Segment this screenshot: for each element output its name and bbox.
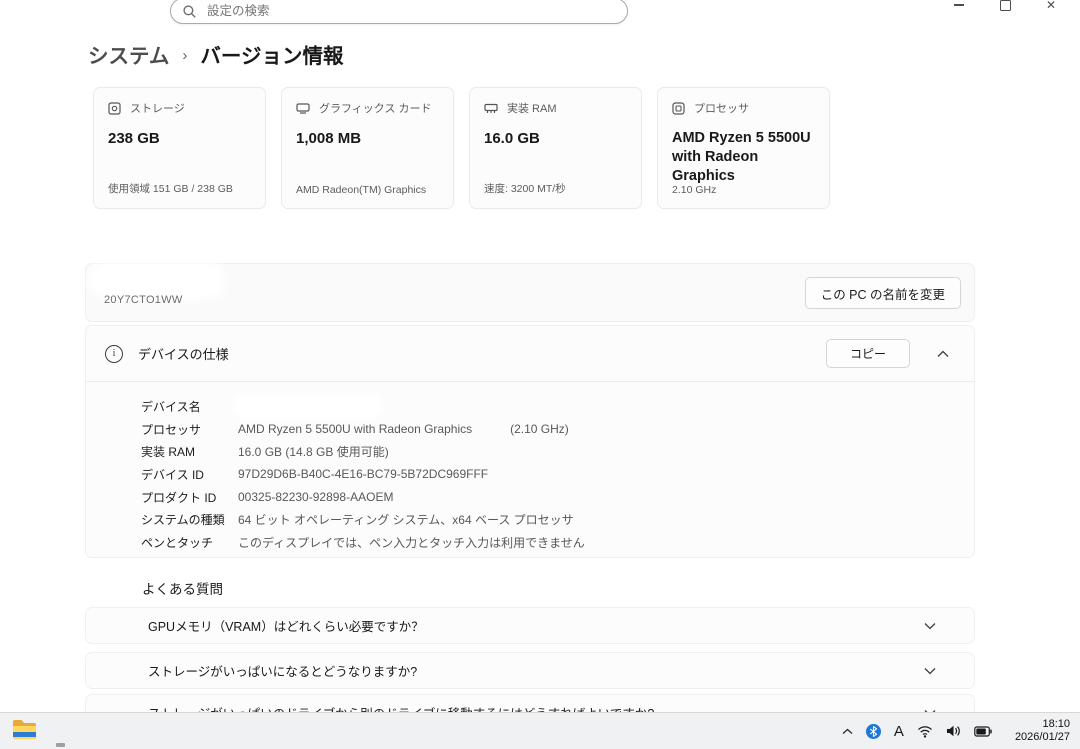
storage-card[interactable]: ストレージ 238 GB 使用領域 151 GB / 238 GB [93, 87, 266, 209]
processor-card[interactable]: プロセッサ AMD Ryzen 5 5500U with Radeon Grap… [657, 87, 830, 209]
taskbar: A 18:10 2026/01/27 [0, 712, 1080, 749]
device-specs-title: デバイスの仕様 [138, 344, 229, 363]
maximize-button[interactable] [982, 0, 1028, 16]
spec-row-pen-touch: ペンとタッチ このディスプレイでは、ペン入力とタッチ入力は利用できません [141, 531, 974, 554]
close-button[interactable]: ✕ [1028, 0, 1074, 16]
breadcrumb-separator: › [182, 47, 187, 64]
device-specs-section: i デバイスの仕様 コピー デバイス名 プロセッサ AMD Ryzen 5 55… [85, 325, 975, 558]
card-subtext: 2.10 GHz [672, 184, 716, 196]
close-icon: ✕ [1046, 0, 1056, 11]
wifi-icon[interactable] [917, 725, 933, 738]
graphics-card-card[interactable]: グラフィックス カード 1,008 MB AMD Radeon(TM) Grap… [281, 87, 454, 209]
taskbar-clock[interactable]: 18:10 2026/01/27 [1015, 718, 1070, 745]
device-model-number: 20Y7CTO1WW [104, 294, 183, 306]
ram-card[interactable]: 実装 RAM 16.0 GB 速度: 3200 MT/秒 [469, 87, 642, 209]
chevron-down-icon [924, 667, 936, 675]
chevron-up-icon [937, 350, 949, 358]
spec-row-processor: プロセッサ AMD Ryzen 5 5500U with Radeon Grap… [141, 418, 974, 441]
device-name-banner: 20Y7CTO1WW この PC の名前を変更 [85, 263, 975, 322]
volume-icon[interactable] [946, 725, 961, 737]
card-label: ストレージ [130, 100, 185, 116]
card-value: 16.0 GB [484, 129, 627, 149]
device-specs-header[interactable]: i デバイスの仕様 コピー [86, 326, 974, 382]
search-input[interactable] [205, 3, 615, 19]
minimize-button[interactable] [936, 0, 982, 16]
card-value: 1,008 MB [296, 129, 439, 149]
breadcrumb: システム › バージョン情報 [88, 39, 343, 69]
spec-row-device-name: デバイス名 [141, 395, 974, 418]
faq-question-label: GPUメモリ（VRAM）はどれくらい必要ですか？ [148, 616, 424, 635]
card-label: 実装 RAM [507, 100, 557, 116]
bluetooth-icon[interactable] [866, 724, 881, 739]
faq-question-label: ストレージがいっぱいになるとどうなりますか? [148, 661, 417, 680]
clock-date: 2026/01/27 [1015, 731, 1070, 745]
card-label: プロセッサ [694, 100, 749, 116]
window-controls: ✕ [936, 0, 1074, 16]
copy-button[interactable]: コピー [826, 339, 910, 368]
device-name-value-redacted [238, 398, 378, 414]
spec-row-product-id: プロダクト ID 00325-82230-92898-AAOEM [141, 486, 974, 509]
device-specs-rows: デバイス名 プロセッサ AMD Ryzen 5 5500U with Radeo… [86, 382, 974, 554]
collapse-button[interactable] [933, 346, 953, 362]
system-tray: A 18:10 2026/01/27 [842, 713, 1074, 749]
summary-cards: ストレージ 238 GB 使用領域 151 GB / 238 GB グラフィック… [93, 87, 830, 209]
device-name-redacted [94, 267, 220, 294]
card-label: グラフィックス カード [319, 100, 432, 116]
chevron-up-icon [842, 728, 853, 735]
hidden-icons-chevron[interactable] [842, 728, 853, 735]
clock-time: 18:10 [1015, 718, 1070, 732]
minimize-icon [954, 4, 964, 5]
card-subtext: AMD Radeon(TM) Graphics [296, 184, 426, 196]
faq-question-storage-full[interactable]: ストレージがいっぱいになるとどうなりますか? [85, 652, 975, 689]
maximize-icon [1000, 0, 1011, 11]
settings-search-box[interactable] [170, 0, 628, 24]
card-subtext: 速度: 3200 MT/秒 [484, 181, 566, 196]
file-explorer-icon[interactable] [12, 717, 37, 746]
graphics-card-icon [296, 102, 310, 114]
spec-row-system-type: システムの種類 64 ビット オペレーティング システム、x64 ベース プロセ… [141, 508, 974, 531]
faq-question-vram[interactable]: GPUメモリ（VRAM）はどれくらい必要ですか？ [85, 607, 975, 644]
spec-row-device-id: デバイス ID 97D29D6B-B40C-4E16-BC79-5B72DC96… [141, 463, 974, 486]
rename-pc-button[interactable]: この PC の名前を変更 [805, 277, 961, 309]
taskbar-indicator [56, 743, 65, 747]
card-value: AMD Ryzen 5 5500U with Radeon Graphics [672, 129, 815, 186]
faq-title: よくある質問 [142, 578, 223, 598]
info-icon: i [105, 345, 123, 363]
search-icon [183, 5, 196, 18]
card-subtext: 使用領域 151 GB / 238 GB [108, 181, 233, 196]
ram-icon [484, 103, 498, 114]
page-title: バージョン情報 [200, 39, 343, 69]
battery-icon[interactable] [974, 726, 992, 737]
processor-icon [672, 102, 685, 115]
breadcrumb-system[interactable]: システム [88, 39, 169, 69]
ime-language-indicator[interactable]: A [894, 723, 904, 740]
card-value: 238 GB [108, 129, 251, 149]
spec-row-ram: 実装 RAM 16.0 GB (14.8 GB 使用可能) [141, 440, 974, 463]
chevron-down-icon [924, 622, 936, 630]
storage-icon [108, 102, 121, 115]
